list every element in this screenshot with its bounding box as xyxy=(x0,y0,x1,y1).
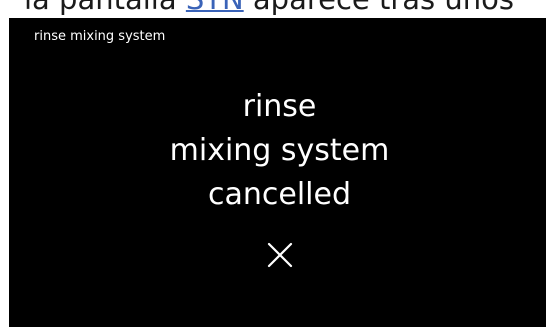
doc-link[interactable]: SYN xyxy=(186,0,244,16)
machine-display-screen: rinse mixing system rinse mixing system … xyxy=(9,18,546,327)
background-document-text: la pantalla SYN aparece tras unos xyxy=(24,0,546,19)
doc-text-after: aparece tras unos xyxy=(244,0,514,16)
message-line-mixing-system: mixing system xyxy=(169,133,390,168)
close-icon[interactable] xyxy=(266,241,294,269)
page: la pantalla SYN aparece tras unos rinse … xyxy=(0,0,546,327)
message-line-rinse: rinse xyxy=(242,89,317,124)
doc-text-before: la pantalla xyxy=(24,0,186,16)
status-message: rinse mixing system cancelled xyxy=(9,85,546,217)
message-line-cancelled: cancelled xyxy=(207,177,351,212)
screen-title: rinse mixing system xyxy=(34,29,166,44)
